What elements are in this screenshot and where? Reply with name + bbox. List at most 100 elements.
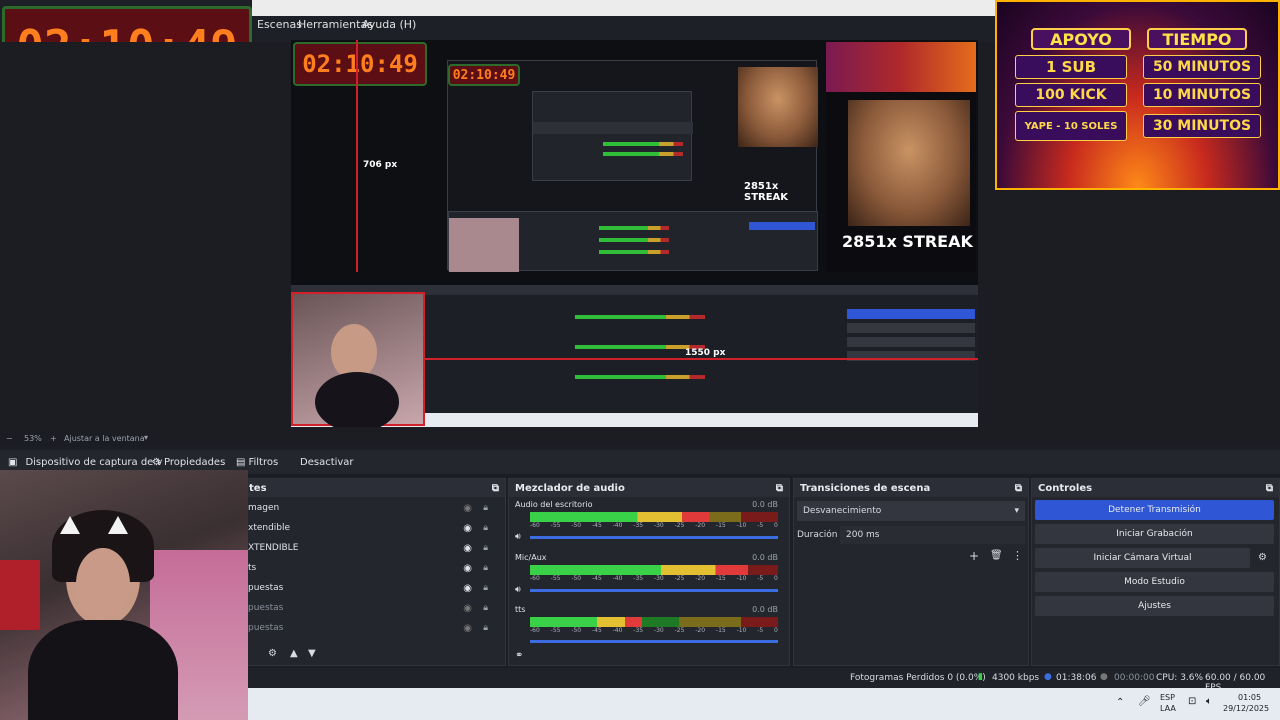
zoom-mode[interactable]: Ajustar a la ventana	[64, 434, 145, 443]
more-icon[interactable]: ⋮	[1012, 549, 1023, 562]
source-name: ▣ Dispositivo de captura de v	[2, 452, 168, 472]
source-item-label: ts	[248, 563, 257, 573]
source-item[interactable]: puestas ◉ 🔒︎	[248, 598, 498, 618]
source-item[interactable]: magen ◉ 🔒︎	[248, 498, 498, 518]
eye-hidden-icon[interactable]: ◉	[463, 503, 472, 514]
source-item[interactable]: ts ◉ 🔒︎	[248, 558, 498, 578]
mixer-scale-tick: -30	[653, 575, 664, 582]
eye-hidden-icon[interactable]: ◉	[463, 623, 472, 634]
menu-ayuda[interactable]: Ayuda (H)	[362, 18, 416, 31]
trash-icon[interactable]: 🗑︎	[990, 550, 1003, 561]
transitions-title: Transiciones de escena	[800, 482, 931, 494]
promo-tiempo-1: 50 MINUTOS	[1143, 55, 1261, 79]
selected-source-webcam[interactable]	[291, 292, 425, 427]
source-item[interactable]: puestas ◉ 🔒︎	[248, 578, 498, 598]
deactivate-button[interactable]: Desactivar	[294, 452, 360, 472]
source-item[interactable]: xtendible ◉ 🔒︎	[248, 518, 498, 538]
language-label[interactable]: ESP	[1160, 693, 1175, 702]
mixer-scale-tick: -60	[530, 627, 540, 634]
mixer-scale-tick: -10	[736, 522, 747, 529]
zoom-minus[interactable]: −	[6, 434, 13, 443]
lock-icon[interactable]: 🔒︎	[483, 523, 488, 533]
mixer-channel-db: 0.0 dB	[752, 553, 778, 562]
studio-mode-button[interactable]: Modo Estudio	[1035, 572, 1274, 592]
mixer-meter	[530, 617, 778, 627]
streak-overlay: 2851x STREAK	[826, 42, 976, 272]
source-settings-icon[interactable]: ⚙	[268, 648, 277, 659]
mic-icon[interactable]: 🎤︎	[1138, 696, 1151, 707]
lock-icon[interactable]: 🔒︎	[483, 603, 488, 613]
promo-overlay: APOYO TIEMPO 1 SUB 50 MINUTOS 100 KICK 1…	[995, 0, 1280, 190]
mixer-scale-tick: -45	[591, 575, 602, 582]
lock-icon[interactable]: 🔒︎	[483, 543, 488, 553]
eye-icon[interactable]: ◉	[463, 543, 472, 554]
dock-float-icon[interactable]: ⧉	[1015, 483, 1022, 494]
mixer-link-icon[interactable]: ⚭	[515, 650, 523, 661]
virtual-cam-settings-icon[interactable]: ⚙	[1258, 552, 1267, 563]
mixer-channel-db: 0.0 dB	[752, 605, 778, 614]
zoom-plus[interactable]: +	[50, 434, 57, 443]
duration-input[interactable]: 200 ms	[840, 526, 1025, 544]
lock-icon[interactable]: 🔒︎	[483, 623, 488, 633]
transition-select[interactable]: Desvanecimiento ▾	[797, 501, 1025, 521]
chevron-up-icon[interactable]: ⌃	[1116, 697, 1124, 708]
mixer-scale-tick: -20	[695, 575, 706, 582]
preview-canvas[interactable]: 02:10:49 02:10:49 2851x STREAK 2851x STR…	[291, 40, 978, 427]
filter-icon: ▤	[236, 456, 246, 468]
guide-vertical-label: 706 px	[363, 160, 398, 170]
start-recording-button[interactable]: Iniciar Grabación	[1035, 524, 1274, 544]
mixer-volume-slider[interactable]	[530, 640, 778, 643]
nested-timer-2: 02:10:49	[448, 64, 520, 86]
lock-icon[interactable]: 🔒︎	[483, 583, 488, 593]
layout-label[interactable]: LAA	[1160, 704, 1176, 713]
move-up-icon[interactable]: ▲	[290, 648, 298, 659]
guide-horizontal-label: 1550 px	[685, 348, 726, 358]
dock-float-icon[interactable]: ⧉	[492, 483, 499, 494]
menu-escenas[interactable]: Escenas	[257, 18, 302, 31]
stream-icon: ●	[1044, 672, 1052, 682]
eye-icon[interactable]: ◉	[463, 563, 472, 574]
eye-icon[interactable]: ◉	[463, 523, 472, 534]
mixer-scale-tick: 0	[774, 627, 778, 634]
nested-screen-3	[448, 211, 818, 272]
stream-time: 01:38:06	[1056, 673, 1097, 683]
move-down-icon[interactable]: ▼	[308, 648, 316, 659]
source-name-label: Dispositivo de captura de v	[25, 456, 163, 468]
zoom-dropdown-icon[interactable]: ▾	[144, 433, 148, 442]
mixer-scale-tick: -55	[550, 522, 561, 529]
mixer-volume-slider[interactable]	[530, 536, 778, 539]
eye-hidden-icon[interactable]: ◉	[463, 603, 472, 614]
settings-button[interactable]: Ajustes	[1035, 596, 1274, 616]
lock-icon[interactable]: 🔒︎	[483, 503, 488, 513]
mixer-meter	[530, 565, 778, 575]
dock-float-icon[interactable]: ⧉	[776, 483, 783, 494]
speaker-icon[interactable]: 🔊︎	[515, 532, 521, 542]
network-icon[interactable]: ⊡	[1188, 696, 1196, 707]
mixer-scale-tick: -50	[571, 575, 582, 582]
mixer-scale-tick: -35	[633, 627, 644, 634]
webcam-feed	[0, 470, 248, 720]
eye-icon[interactable]: ◉	[463, 583, 472, 594]
mixer-volume-slider[interactable]	[530, 589, 778, 592]
properties-button[interactable]: ⚙ Propiedades	[146, 452, 231, 472]
mixer-channel-name: Audio del escritorio	[515, 500, 593, 509]
add-icon[interactable]: +	[969, 549, 979, 563]
face-front	[76, 548, 130, 620]
start-virtual-cam-button[interactable]: Iniciar Cámara Virtual	[1035, 548, 1250, 568]
stop-stream-button[interactable]: Detener Transmisión	[1035, 500, 1274, 520]
chevron-down-icon: ▾	[1014, 506, 1019, 516]
filters-button[interactable]: ▤ Filtros	[230, 452, 284, 472]
cat-ear-right	[108, 516, 128, 534]
source-item[interactable]: XTENDIBLE ◉ 🔒︎	[248, 538, 498, 558]
rec-time: 00:00:00	[1114, 673, 1155, 683]
volume-icon[interactable]: 🔈︎	[1206, 696, 1212, 707]
lock-icon[interactable]: 🔒︎	[483, 563, 488, 573]
source-item[interactable]: puestas ◉ 🔒︎	[248, 618, 498, 638]
speaker-icon[interactable]: 🔊︎	[515, 585, 521, 595]
mixer-scale-tick: -40	[612, 522, 623, 529]
signal-icon: ▮	[978, 672, 983, 682]
deactivate-label: Desactivar	[300, 456, 354, 468]
dock-float-icon[interactable]: ⧉	[1266, 483, 1273, 494]
mixer-scale-tick: 0	[774, 522, 778, 529]
mixer-scale-tick: -30	[653, 627, 664, 634]
